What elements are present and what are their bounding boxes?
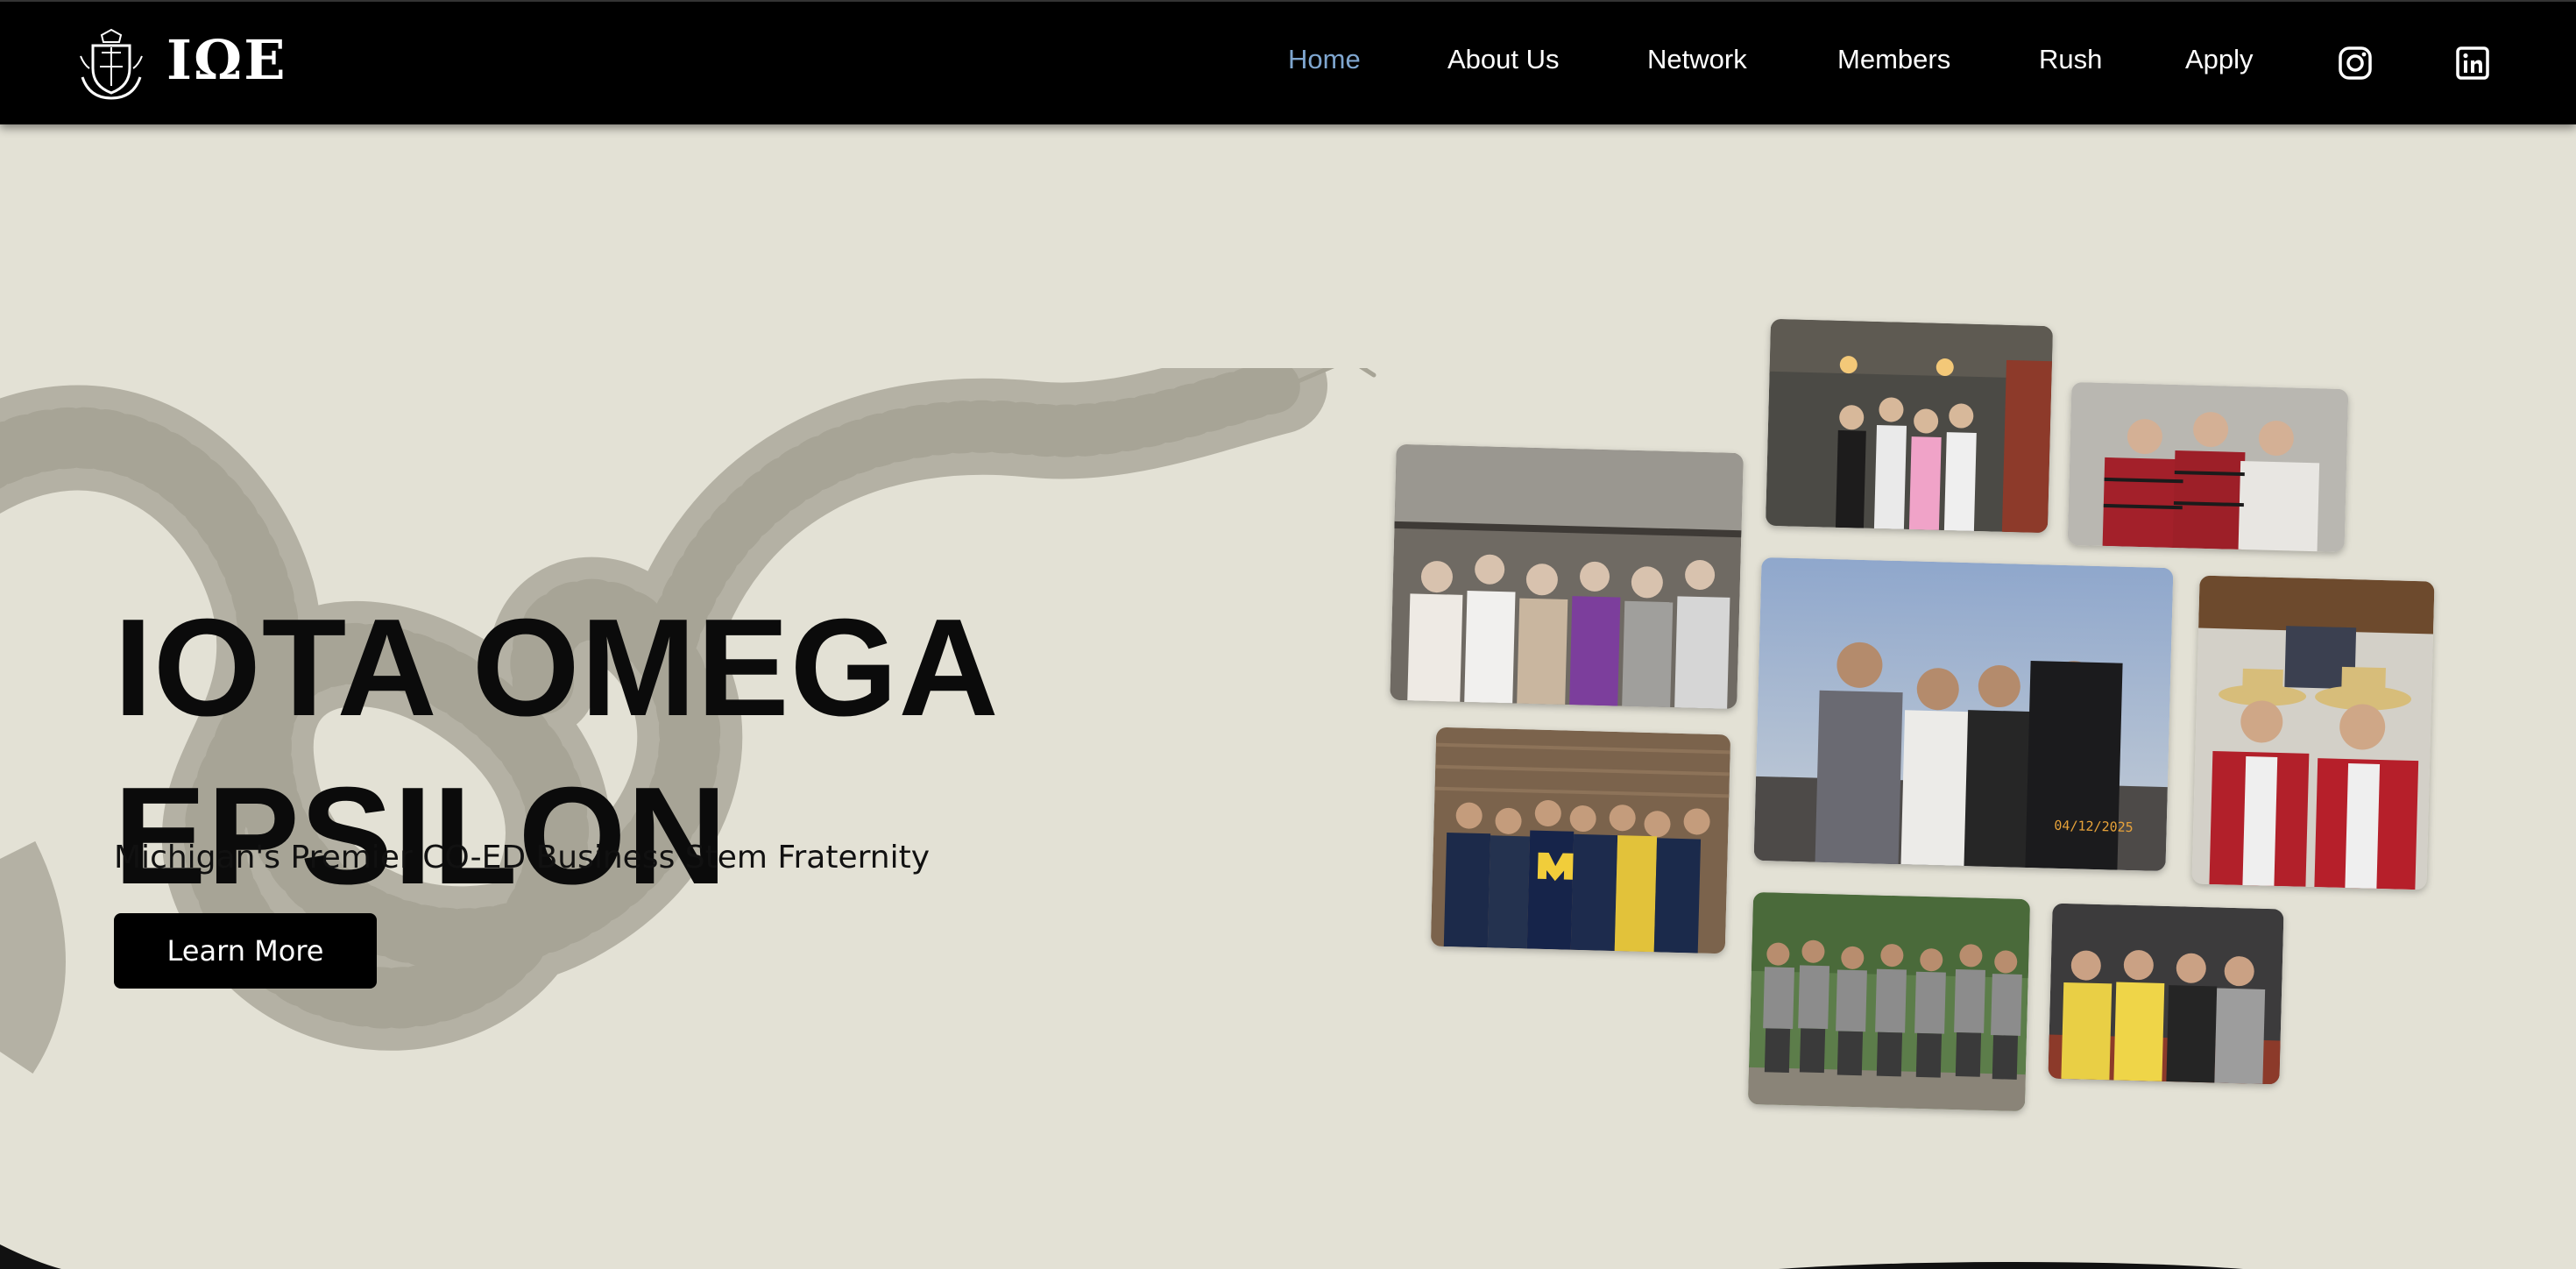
instagram-icon[interactable] — [2338, 46, 2373, 81]
brand-name[interactable]: IΩE — [166, 28, 287, 92]
gallery-photo-cowboy-hats[interactable] — [2191, 575, 2435, 890]
linkedin-icon[interactable] — [2455, 46, 2490, 81]
nav-network[interactable]: Network — [1647, 44, 1747, 75]
hero-title-line-1: IOTA OMEGA — [114, 590, 1000, 745]
hero-subtitle: Michigan's Premier CO-ED Business Stem F… — [114, 840, 931, 876]
site-header: IΩE Home About Us Network Members Rush A… — [0, 0, 2576, 124]
gallery-photo-porch-group[interactable] — [1430, 727, 1731, 954]
gallery-photo-girls-indoor[interactable] — [1765, 318, 2054, 534]
nav-apply[interactable]: Apply — [2185, 44, 2254, 75]
gallery-photo-group-party[interactable] — [1390, 443, 1744, 710]
gallery-photo-beach-group[interactable]: 04/12/2025 — [1753, 557, 2174, 872]
gallery-photo-outdoor-group[interactable] — [1747, 891, 2031, 1112]
section-divider-curve — [0, 1244, 2243, 1269]
nav-home[interactable]: Home — [1288, 44, 1361, 75]
nav-rush[interactable]: Rush — [2039, 44, 2102, 75]
gallery-photo-flannel-trio[interactable] — [2067, 381, 2349, 553]
nav-members[interactable]: Members — [1837, 44, 1950, 75]
hero-title-line-2: EPSILON — [114, 758, 728, 913]
crest-logo-icon[interactable] — [77, 25, 145, 100]
nav-about-us[interactable]: About Us — [1447, 44, 1560, 75]
gallery-photo-yellow-shirts[interactable] — [2048, 903, 2284, 1085]
photo-date-stamp: 04/12/2025 — [2054, 817, 2134, 836]
learn-more-button[interactable]: Learn More — [114, 913, 377, 989]
